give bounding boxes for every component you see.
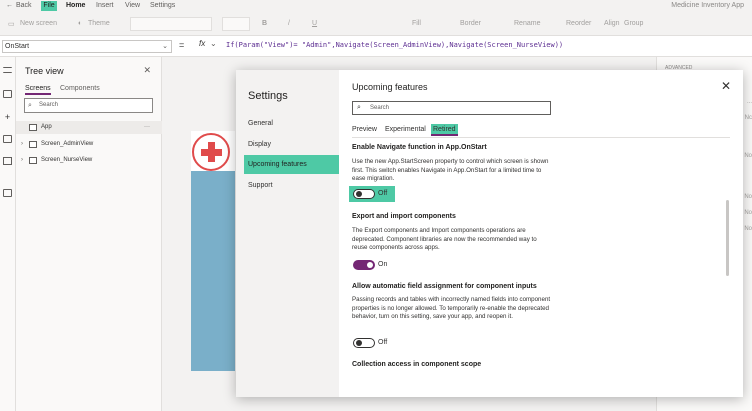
toggle-state: Off xyxy=(378,339,388,346)
tab-screens[interactable]: Screens xyxy=(25,85,51,95)
section-title: Upcoming features xyxy=(352,82,428,92)
view-menu[interactable]: View xyxy=(125,2,140,9)
tree-node-label: Screen_AdminView xyxy=(41,141,94,147)
tree-node-label: Screen_NurseView xyxy=(41,157,93,163)
insert-menu[interactable]: Insert xyxy=(96,2,114,9)
settings-title: Settings xyxy=(248,90,288,102)
app-title: Medicine Inventory App xyxy=(671,2,744,9)
settings-menu[interactable]: Settings xyxy=(150,2,175,9)
navigate-onstart-toggle[interactable] xyxy=(353,189,375,199)
hamburger-icon[interactable] xyxy=(3,67,12,73)
tree-node-label: App xyxy=(41,124,52,130)
property-value: ... xyxy=(746,99,752,105)
data-icon[interactable] xyxy=(3,135,12,143)
equals-sign: = xyxy=(179,40,185,50)
reorder-button[interactable]: Reorder xyxy=(566,20,591,27)
tree-view-panel: Tree view ✕ Screens Components ⌕ Search … xyxy=(16,57,162,411)
chevron-down-icon[interactable]: ⌄ xyxy=(210,39,217,48)
rename-button[interactable]: Rename xyxy=(514,20,540,27)
property-label: OnStart xyxy=(5,43,30,50)
tree-search-placeholder: Search xyxy=(39,102,59,108)
nav-upcoming-features[interactable]: Upcoming features xyxy=(244,155,339,174)
font-select[interactable] xyxy=(130,17,212,31)
theme-icon: ◐ xyxy=(78,20,83,27)
menu-bar: ← Back File Home Insert View Settings Me… xyxy=(0,0,752,13)
border-button[interactable]: Border xyxy=(460,20,481,27)
feature-description: Passing records and tables with incorrec… xyxy=(352,296,551,320)
italic-button[interactable]: / xyxy=(288,20,290,27)
tree-search-input[interactable]: ⌕ Search xyxy=(24,98,153,113)
tree-node-screen-adminview[interactable]: › Screen_AdminView xyxy=(16,138,162,151)
formula-bar: OnStart ⌄ = fx ⌄ If(Param("View")= "Admi… xyxy=(0,36,752,57)
theme-button[interactable]: Theme xyxy=(88,20,110,27)
left-rail: + xyxy=(0,57,16,411)
chevron-down-icon: ⌄ xyxy=(162,43,168,50)
screen-icon xyxy=(29,141,37,148)
tab-divider xyxy=(352,137,730,138)
property-value: No xyxy=(744,153,752,159)
feature-description: The Export components and Import compone… xyxy=(352,227,537,251)
toggle-knob xyxy=(356,340,362,346)
toolbar: ▭ New screen ◐ Theme B / U Fill Border R… xyxy=(0,13,752,36)
new-screen-button[interactable]: New screen xyxy=(20,20,57,27)
formula-input[interactable]: If(Param("View")= "Admin",Navigate(Scree… xyxy=(226,41,563,49)
toggle-knob xyxy=(356,191,362,197)
property-value: No xyxy=(744,226,752,232)
app-icon xyxy=(29,124,37,131)
property-value: No xyxy=(744,210,752,216)
settings-nav: Settings General Display Upcoming featur… xyxy=(236,70,339,397)
nav-display[interactable]: Display xyxy=(244,135,339,154)
tree-node-screen-nurseview[interactable]: › Screen_NurseView xyxy=(16,154,162,167)
search-icon: ⌕ xyxy=(357,104,361,111)
medical-cross-icon xyxy=(192,133,230,171)
feature-title: Export and import components xyxy=(352,213,456,220)
font-size-select[interactable] xyxy=(222,17,250,31)
feature-title: Collection access in component scope xyxy=(352,361,482,368)
tab-preview[interactable]: Preview xyxy=(352,124,377,136)
toggle-state: On xyxy=(378,261,388,268)
features-search-input[interactable]: ⌕ Search xyxy=(352,101,551,115)
plus-icon[interactable]: + xyxy=(3,113,12,122)
align-button[interactable]: Align xyxy=(604,20,620,27)
back-button[interactable]: Back xyxy=(16,2,32,9)
automatic-field-assignment-toggle[interactable] xyxy=(353,338,375,348)
file-menu[interactable]: File xyxy=(41,1,57,11)
tree-view-title: Tree view xyxy=(25,66,64,76)
toggle-knob xyxy=(367,262,373,268)
dialog-scrollbar[interactable] xyxy=(726,200,729,276)
feature-description: Use the new App.StartScreen property to … xyxy=(352,158,549,182)
feature-title: Enable Navigate function in App.OnStart xyxy=(352,144,487,151)
nav-general[interactable]: General xyxy=(244,114,339,133)
features-search-placeholder: Search xyxy=(370,105,390,111)
layers-icon[interactable] xyxy=(3,90,12,98)
tools-icon[interactable] xyxy=(3,189,12,197)
tab-experimental[interactable]: Experimental xyxy=(385,124,426,136)
new-screen-icon: ▭ xyxy=(8,21,15,28)
search-icon: ⌕ xyxy=(28,102,32,109)
more-icon[interactable]: ··· xyxy=(144,121,150,134)
underline-button[interactable]: U xyxy=(312,20,317,27)
group-button[interactable]: Group xyxy=(624,20,643,27)
toggle-state: Off xyxy=(378,190,388,197)
tree-node-app[interactable]: App ··· xyxy=(16,121,162,134)
media-icon[interactable] xyxy=(3,157,12,165)
home-menu[interactable]: Home xyxy=(66,2,85,9)
fx-icon[interactable]: fx xyxy=(199,39,205,48)
close-icon[interactable]: ✕ xyxy=(143,65,151,76)
back-arrow-icon[interactable]: ← xyxy=(6,2,13,9)
property-dropdown[interactable]: OnStart ⌄ xyxy=(2,40,172,53)
fill-button[interactable]: Fill xyxy=(412,20,421,27)
property-value: No xyxy=(744,194,752,200)
screen-icon xyxy=(29,157,37,164)
export-import-components-toggle[interactable] xyxy=(353,260,375,270)
chevron-right-icon[interactable]: › xyxy=(21,154,23,167)
chevron-right-icon[interactable]: › xyxy=(21,138,23,151)
tab-components[interactable]: Components xyxy=(60,85,100,92)
bold-button[interactable]: B xyxy=(262,20,267,27)
tab-retired[interactable]: Retired xyxy=(431,124,458,136)
close-icon[interactable]: ✕ xyxy=(721,79,731,93)
nav-support[interactable]: Support xyxy=(244,176,339,195)
property-value: Nc xyxy=(744,115,752,121)
feature-title: Allow automatic field assignment for com… xyxy=(352,283,537,290)
